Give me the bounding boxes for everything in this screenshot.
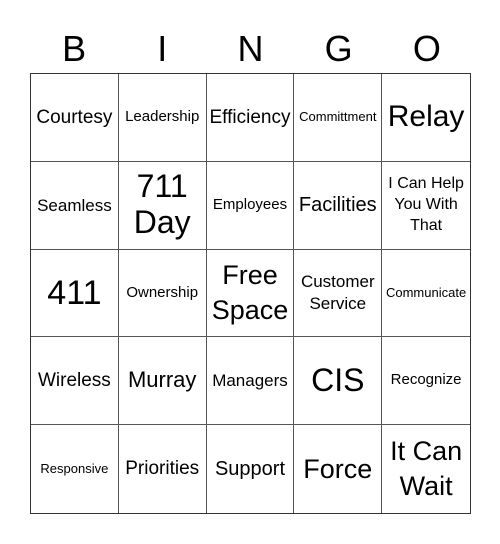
cell-label: Free Space [211, 259, 289, 325]
bingo-cell[interactable]: Committment [294, 74, 383, 162]
bingo-cell[interactable]: I Can Help You With That [382, 162, 470, 250]
bingo-cell[interactable]: Courtesy [31, 74, 119, 162]
bingo-cell[interactable]: Force [294, 425, 383, 513]
bingo-cell[interactable]: Responsive [31, 425, 119, 513]
cell-label: Relay [387, 100, 465, 134]
bingo-cell[interactable]: Facilities [294, 161, 383, 250]
cell-label: Force [303, 453, 373, 484]
bingo-cell[interactable]: 711 Day [118, 161, 207, 250]
cell-label: Committment [299, 109, 377, 125]
header-letter-o: O [412, 28, 441, 69]
bingo-cell[interactable]: Murray [118, 337, 207, 426]
bingo-cell[interactable]: Recognize [382, 337, 470, 426]
cell-label: Employees [212, 195, 288, 213]
header-letter-b: B [62, 28, 87, 69]
bingo-cell[interactable]: Customer Service [294, 249, 383, 338]
cell-label: 711 Day [133, 168, 191, 241]
bingo-header: B I N G O [30, 26, 471, 72]
cell-label: Efficiency [209, 106, 291, 128]
cell-label: Seamless [37, 195, 112, 215]
cell-label: Recognize [390, 371, 462, 389]
cell-label: Priorities [125, 458, 200, 480]
cell-label: Responsive [40, 460, 109, 476]
cell-label: Customer Service [300, 271, 375, 313]
cell-label: Facilities [298, 194, 377, 216]
bingo-cell[interactable]: Employees [206, 161, 295, 250]
bingo-cell[interactable]: Efficiency [206, 74, 295, 162]
bingo-cell[interactable]: Leadership [118, 74, 207, 162]
bingo-cell[interactable]: Priorities [119, 425, 207, 513]
bingo-cell[interactable]: Seamless [31, 161, 119, 250]
cell-label: It Can Wait [390, 436, 463, 502]
bingo-cell[interactable]: Support [207, 425, 295, 513]
header-letter-g: G [324, 28, 353, 69]
cell-label: 411 [47, 273, 102, 312]
bingo-cell[interactable]: CIS [294, 337, 383, 426]
cell-label: Murray [127, 367, 197, 393]
cell-label: Leadership [125, 108, 200, 125]
cell-label: CIS [311, 361, 365, 398]
cell-label: Managers [212, 371, 288, 391]
cell-label: Courtesy [36, 106, 113, 128]
cell-label: I Can Help You With That [388, 175, 464, 234]
header-letter-i: I [157, 28, 168, 69]
header-letter-n: N [237, 28, 264, 69]
bingo-grid: Courtesy Leadership Efficiency Committme… [30, 73, 471, 514]
bingo-cell[interactable]: Wireless [31, 337, 119, 426]
bingo-cell[interactable]: Relay [382, 74, 470, 162]
cell-label: Communicate [385, 284, 467, 300]
bingo-cell[interactable]: Ownership [118, 249, 207, 338]
cell-label: Support [214, 457, 286, 480]
cell-label: Ownership [126, 283, 199, 301]
bingo-cell[interactable]: Managers [206, 337, 295, 426]
bingo-cell[interactable]: 411 [31, 249, 119, 338]
bingo-cell[interactable]: Communicate [382, 250, 470, 338]
bingo-cell[interactable]: It Can Wait [382, 425, 470, 513]
free-space-cell[interactable]: Free Space [206, 249, 295, 338]
cell-label: Wireless [37, 370, 111, 392]
